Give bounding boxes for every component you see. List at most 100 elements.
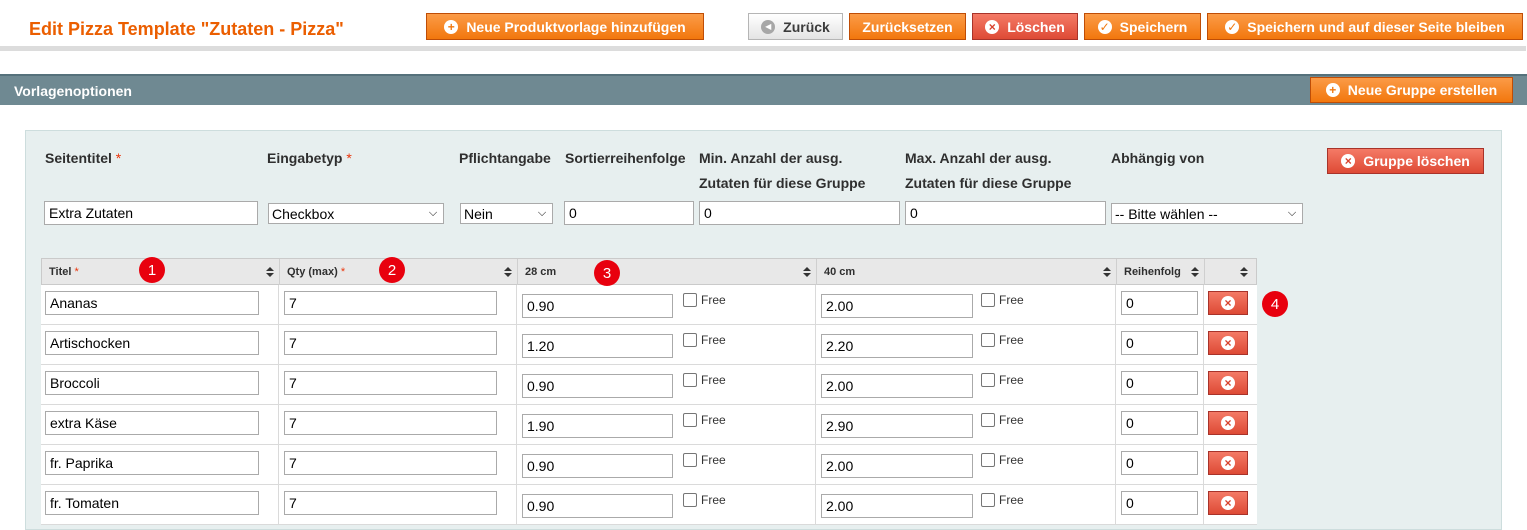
marker-2: 2	[379, 257, 405, 283]
sort-order-input[interactable]	[564, 201, 694, 225]
free-28cm-option[interactable]: Free	[683, 453, 726, 467]
max-selection-input[interactable]	[905, 201, 1106, 225]
save-and-stay-button[interactable]: ✓ Speichern und auf dieser Seite bleiben	[1207, 13, 1523, 40]
delete-row-button[interactable]: ×	[1208, 371, 1248, 395]
free-28cm-checkbox[interactable]	[683, 413, 697, 427]
title-input[interactable]	[45, 371, 259, 395]
input-type-select[interactable]: Checkbox ⌵	[268, 203, 444, 224]
page-title-input[interactable]	[44, 201, 258, 225]
free-40cm-checkbox[interactable]	[981, 293, 995, 307]
column-header-40cm[interactable]: 40 cm	[817, 259, 1117, 286]
price-40cm-input[interactable]	[821, 454, 973, 478]
delete-row-button[interactable]: ×	[1208, 451, 1248, 475]
free-28cm-checkbox[interactable]	[683, 493, 697, 507]
order-input[interactable]	[1121, 491, 1198, 515]
title-input[interactable]	[45, 451, 259, 475]
order-input[interactable]	[1121, 331, 1198, 355]
order-input[interactable]	[1121, 451, 1198, 475]
free-40cm-checkbox[interactable]	[981, 413, 995, 427]
free-28cm-option[interactable]: Free	[683, 293, 726, 307]
x-circle-icon: ×	[1221, 336, 1235, 350]
free-28cm-option[interactable]: Free	[683, 413, 726, 427]
price-40cm-input[interactable]	[821, 414, 973, 438]
free-28cm-checkbox[interactable]	[683, 453, 697, 467]
qty-input[interactable]	[284, 411, 497, 435]
price-28cm-cell: Free	[517, 325, 816, 365]
price-28cm-input[interactable]	[522, 494, 673, 518]
qty-input[interactable]	[284, 331, 497, 355]
save-button[interactable]: ✓ Speichern	[1084, 13, 1201, 40]
qty-input[interactable]	[284, 291, 497, 315]
free-28cm-checkbox[interactable]	[683, 293, 697, 307]
qty-input[interactable]	[284, 371, 497, 395]
free-28cm-option[interactable]: Free	[683, 333, 726, 347]
price-40cm-input[interactable]	[821, 374, 973, 398]
free-40cm-checkbox[interactable]	[981, 453, 995, 467]
back-button[interactable]: ◀ Zurück	[748, 13, 843, 40]
price-40cm-input[interactable]	[821, 294, 973, 318]
price-40cm-cell: Free	[816, 365, 1116, 405]
required-select[interactable]: Nein ⌵	[460, 203, 553, 224]
new-group-button[interactable]: + Neue Gruppe erstellen	[1310, 77, 1513, 103]
free-40cm-checkbox[interactable]	[981, 493, 995, 507]
order-input[interactable]	[1121, 371, 1198, 395]
action-cell: ×	[1204, 285, 1257, 325]
free-28cm-checkbox[interactable]	[683, 373, 697, 387]
marker-4: 4	[1262, 291, 1288, 317]
title-cell	[41, 365, 279, 405]
delete-button[interactable]: × Löschen	[972, 13, 1078, 40]
free-label: Free	[999, 293, 1024, 307]
min-selection-input[interactable]	[699, 201, 900, 225]
free-40cm-checkbox[interactable]	[981, 333, 995, 347]
free-40cm-option[interactable]: Free	[981, 373, 1024, 387]
order-input[interactable]	[1121, 291, 1198, 315]
price-28cm-cell: Free	[517, 485, 816, 525]
depends-on-select[interactable]: -- Bitte wählen -- ⌵	[1111, 203, 1303, 224]
price-28cm-input[interactable]	[522, 414, 673, 438]
marker-1: 1	[139, 257, 165, 283]
free-28cm-option[interactable]: Free	[683, 373, 726, 387]
title-input[interactable]	[45, 291, 259, 315]
free-40cm-checkbox[interactable]	[981, 373, 995, 387]
x-circle-icon: ×	[1221, 456, 1235, 470]
free-40cm-option[interactable]: Free	[981, 413, 1024, 427]
qty-cell	[279, 325, 517, 365]
qty-input[interactable]	[284, 451, 497, 475]
delete-row-button[interactable]: ×	[1208, 291, 1248, 315]
column-header-order[interactable]: Reihenfolg	[1117, 259, 1205, 286]
chevron-down-icon: ⌵	[428, 207, 438, 219]
title-input[interactable]	[45, 331, 259, 355]
free-40cm-option[interactable]: Free	[981, 293, 1024, 307]
title-input[interactable]	[45, 411, 259, 435]
free-28cm-option[interactable]: Free	[683, 493, 726, 507]
price-28cm-input[interactable]	[522, 374, 673, 398]
price-28cm-input[interactable]	[522, 294, 673, 318]
free-label: Free	[701, 453, 726, 467]
back-label: Zurück	[783, 18, 830, 35]
title-cell	[41, 485, 279, 525]
delete-row-button[interactable]: ×	[1208, 491, 1248, 515]
qty-input[interactable]	[284, 491, 497, 515]
add-product-template-button[interactable]: + Neue Produktvorlage hinzufügen	[426, 13, 704, 40]
price-28cm-input[interactable]	[522, 454, 673, 478]
free-40cm-option[interactable]: Free	[981, 333, 1024, 347]
price-40cm-input[interactable]	[821, 334, 973, 358]
required-label: Pflichtangabe	[459, 150, 551, 166]
order-cell	[1116, 485, 1204, 525]
price-28cm-input[interactable]	[522, 334, 673, 358]
free-28cm-checkbox[interactable]	[683, 333, 697, 347]
free-label: Free	[999, 373, 1024, 387]
free-40cm-option[interactable]: Free	[981, 493, 1024, 507]
price-40cm-input[interactable]	[821, 494, 973, 518]
column-header-actions[interactable]	[1205, 259, 1258, 286]
qty-cell	[279, 405, 517, 445]
title-input[interactable]	[45, 491, 259, 515]
delete-row-button[interactable]: ×	[1208, 331, 1248, 355]
reset-button[interactable]: Zurücksetzen	[849, 13, 966, 40]
free-40cm-option[interactable]: Free	[981, 453, 1024, 467]
delete-row-button[interactable]: ×	[1208, 411, 1248, 435]
order-input[interactable]	[1121, 411, 1198, 435]
title-cell	[41, 285, 279, 325]
delete-group-button[interactable]: × Gruppe löschen	[1327, 148, 1484, 174]
column-header-28cm[interactable]: 28 cm	[518, 259, 817, 286]
